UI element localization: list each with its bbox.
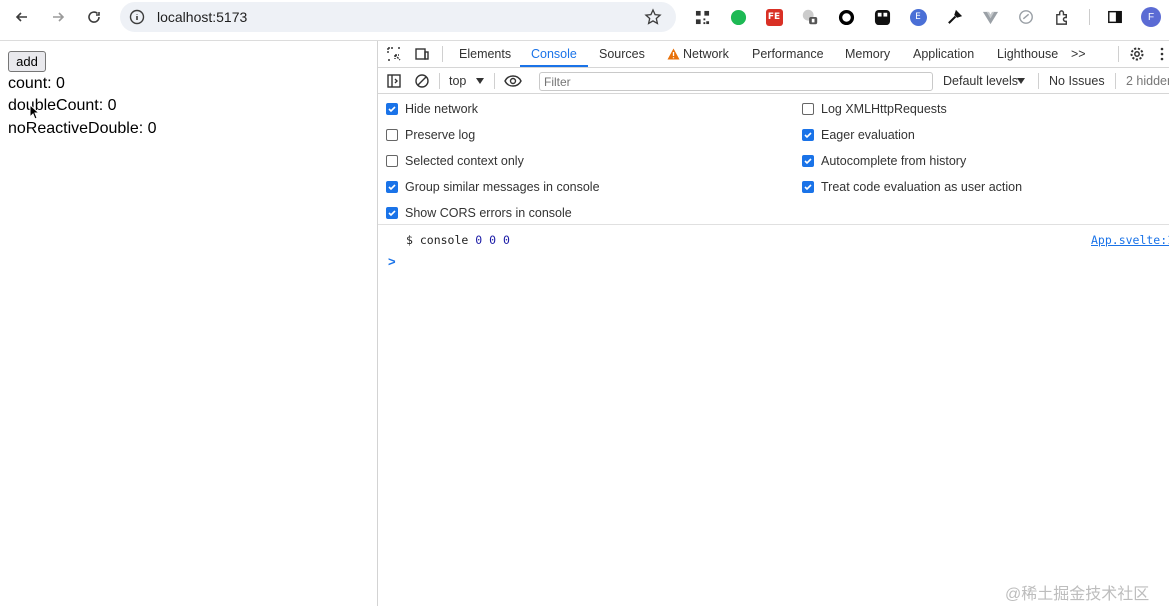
e-icon-label: E — [909, 8, 927, 26]
profile-initial: F — [1141, 7, 1161, 27]
toolbar-separator — [1038, 73, 1039, 89]
qr-code-icon[interactable] — [693, 8, 711, 26]
tab-sources[interactable]: Sources — [599, 47, 645, 61]
extensions-icon[interactable] — [1053, 8, 1071, 26]
setting-preserve-log[interactable]: Preserve log — [386, 128, 475, 142]
issues-button[interactable]: No Issues — [1049, 74, 1105, 88]
setting-cors-errors[interactable]: Show CORS errors in console — [386, 206, 572, 220]
forward-icon[interactable] — [46, 5, 70, 29]
sidebar-toggle-icon[interactable] — [386, 73, 402, 89]
inspect-element-icon[interactable] — [386, 46, 402, 62]
setting-selected-context[interactable]: Selected context only — [386, 154, 524, 168]
reload-icon[interactable] — [82, 5, 106, 29]
device-toolbar-icon[interactable] — [414, 46, 430, 62]
setting-label: Preserve log — [405, 128, 476, 142]
green-dot-icon[interactable] — [729, 8, 747, 26]
setting-hide-network[interactable]: Hide network — [386, 102, 478, 116]
setting-log-xhr[interactable]: Log XMLHttpRequests — [802, 102, 947, 116]
profile-avatar[interactable]: F — [1141, 7, 1161, 27]
link-icon[interactable] — [1017, 8, 1035, 26]
fe-icon-label: FE — [765, 8, 783, 26]
chevron-down-icon — [1017, 78, 1025, 84]
fe-icon[interactable]: FE — [765, 8, 783, 26]
setting-group-similar[interactable]: Group similar messages in console — [386, 180, 600, 194]
devtools-tabbar: Elements Console Sources Network Perform… — [378, 41, 1169, 68]
eyedropper-icon[interactable] — [945, 8, 963, 26]
checkbox-checked-icon[interactable] — [386, 103, 398, 115]
default-levels-dropdown[interactable]: Default levels — [943, 74, 1018, 88]
watermark: @稀土掘金技术社区 — [1005, 586, 1150, 603]
setting-autocomplete[interactable]: Autocomplete from history — [802, 154, 966, 168]
clear-console-icon[interactable] — [414, 73, 430, 89]
tab-performance[interactable]: Performance — [752, 47, 824, 61]
tab-console[interactable]: Console — [531, 47, 577, 61]
setting-user-action[interactable]: Treat code evaluation as user action — [802, 180, 1022, 194]
log-values: 0 0 0 — [475, 233, 510, 247]
checkbox-unchecked-icon[interactable] — [386, 155, 398, 167]
url-text: localhost:5173 — [157, 9, 248, 25]
checkbox-unchecked-icon[interactable] — [802, 103, 814, 115]
console-toolbar: top Default levels No Issues 2 hidden — [378, 68, 1169, 94]
site-info-icon[interactable] — [129, 9, 145, 25]
context-selector[interactable]: top — [449, 74, 466, 88]
checkbox-unchecked-icon[interactable] — [386, 129, 398, 141]
more-tabs-button[interactable]: >> — [1071, 47, 1086, 61]
tab-elements[interactable]: Elements — [459, 47, 511, 61]
puzzle-recorder-icon[interactable] — [801, 8, 819, 26]
mouse-cursor-icon — [29, 104, 41, 120]
setting-label: Group similar messages in console — [405, 180, 600, 194]
setting-label: Log XMLHttpRequests — [821, 102, 947, 116]
no-reactive-double-text: noReactiveDouble: 0 — [8, 120, 157, 137]
back-icon[interactable] — [10, 5, 34, 29]
filter-input[interactable] — [539, 72, 933, 91]
tab-memory[interactable]: Memory — [845, 47, 890, 61]
chevron-down-icon — [476, 78, 484, 84]
double-count-text: doubleCount: 0 — [8, 97, 117, 114]
tab-lighthouse[interactable]: Lighthouse — [997, 47, 1058, 61]
toolbar-separator — [1115, 73, 1116, 89]
tab-application[interactable]: Application — [913, 47, 974, 61]
console-settings-pane: Hide network Preserve log Selected conte… — [378, 94, 1169, 225]
bookmark-star-icon[interactable] — [644, 8, 662, 26]
checkbox-checked-icon[interactable] — [386, 181, 398, 193]
setting-label: Treat code evaluation as user action — [821, 180, 1023, 194]
setting-eager-eval[interactable]: Eager evaluation — [802, 128, 915, 142]
circle-icon[interactable] — [837, 8, 855, 26]
checkbox-checked-icon[interactable] — [386, 207, 398, 219]
tab-network[interactable]: Network — [683, 47, 729, 61]
toolbar-separator — [1089, 9, 1090, 25]
log-source-link[interactable]: App.svelte:1 — [1091, 233, 1169, 247]
setting-label: Show CORS errors in console — [405, 206, 572, 220]
log-prefix: $ console — [406, 233, 469, 247]
e-icon[interactable]: E — [909, 8, 927, 26]
vue-icon[interactable] — [981, 8, 999, 26]
checkbox-checked-icon[interactable] — [802, 129, 814, 141]
warning-icon — [667, 48, 680, 60]
more-options-icon[interactable] — [1158, 46, 1166, 62]
hidden-count: 2 hidden — [1126, 74, 1169, 88]
page-viewport: add count: 0 doubleCount: 0 noReactiveDo… — [0, 41, 377, 606]
checkbox-checked-icon[interactable] — [802, 155, 814, 167]
toolbar-separator — [439, 73, 440, 89]
tab-separator — [1118, 46, 1119, 62]
console-prompt[interactable]: > — [388, 254, 396, 269]
setting-label: Hide network — [405, 102, 478, 116]
tile-icon[interactable] — [873, 8, 891, 26]
setting-label: Selected context only — [405, 154, 524, 168]
toolbar-separator — [494, 73, 495, 89]
settings-gear-icon[interactable] — [1129, 46, 1145, 62]
sidebar-icon[interactable] — [1106, 8, 1124, 26]
live-expression-eye-icon[interactable] — [504, 73, 522, 89]
browser-toolbar: localhost:5173 FE E F — [0, 0, 1169, 36]
setting-label: Autocomplete from history — [821, 154, 967, 168]
active-tab-indicator — [520, 65, 588, 67]
add-button[interactable]: add — [8, 51, 46, 72]
checkbox-checked-icon[interactable] — [802, 181, 814, 193]
devtools-panel: Elements Console Sources Network Perform… — [378, 41, 1169, 606]
count-text: count: 0 — [8, 75, 65, 92]
setting-label: Eager evaluation — [821, 128, 915, 142]
console-log-message: $ console 0 0 0 — [406, 233, 510, 247]
tab-separator — [442, 46, 443, 62]
address-bar[interactable]: localhost:5173 — [120, 2, 676, 32]
